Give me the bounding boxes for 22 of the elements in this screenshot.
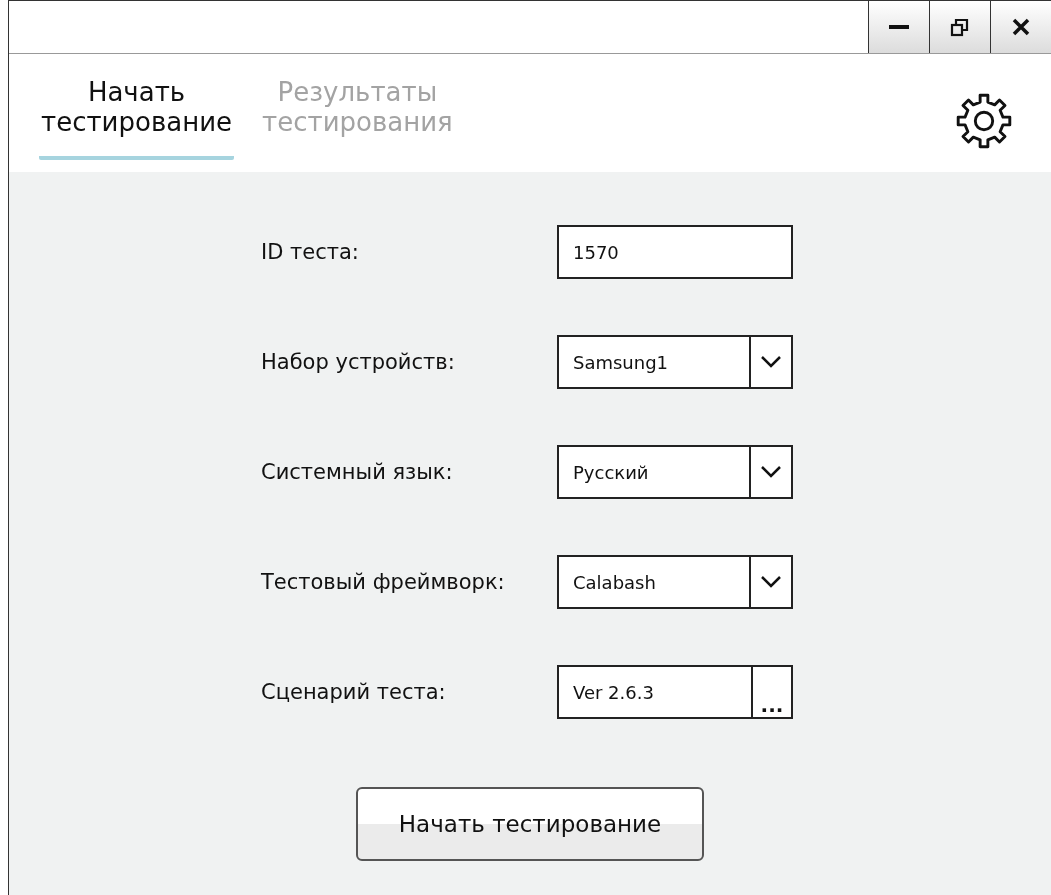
- close-button[interactable]: [990, 1, 1051, 53]
- minimize-button[interactable]: [868, 1, 929, 53]
- field-label: Тестовый фреймворк:: [261, 570, 506, 594]
- file-field[interactable]: Ver 2.6.3 ...: [557, 665, 793, 719]
- dropdown[interactable]: Calabash: [557, 555, 793, 609]
- start-button[interactable]: Начать тестирование: [356, 787, 704, 861]
- field-label: ID теста:: [261, 240, 360, 264]
- chevron-down-icon: [760, 465, 782, 479]
- chevron-down-icon: [760, 355, 782, 369]
- minimize-icon: [889, 25, 909, 29]
- close-icon: [1012, 18, 1030, 36]
- field-label: Системный язык:: [261, 460, 454, 484]
- restore-icon: [950, 17, 970, 37]
- tab[interactable]: Начать тестирование: [39, 78, 235, 160]
- chevron-down-icon: [760, 575, 782, 589]
- dropdown[interactable]: Русский: [557, 445, 793, 499]
- dropdown[interactable]: Samsung1: [557, 335, 793, 389]
- input-field[interactable]: 1570: [557, 225, 793, 279]
- settings-icon[interactable]: [955, 92, 1013, 150]
- restore-button[interactable]: [929, 1, 990, 53]
- field-label: Набор устройств:: [261, 350, 456, 374]
- field-label: Сценарий теста:: [261, 680, 447, 704]
